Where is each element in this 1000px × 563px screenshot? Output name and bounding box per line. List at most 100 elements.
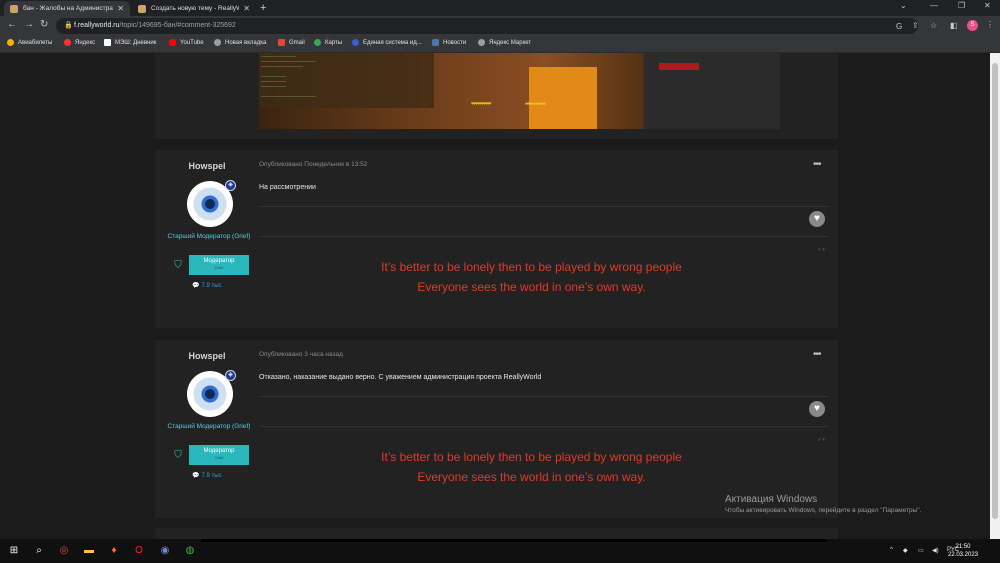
tab-strip: бан - Жалобы на Администрац ✕ Создать но… xyxy=(0,0,1000,16)
shield-icon: ⛉ xyxy=(174,260,182,271)
bookmark-youtube[interactable]: YouTube xyxy=(169,39,204,46)
tab-title: Создать новую тему - ReallyWo xyxy=(151,5,240,12)
signature-line: Everyone sees the world in one’s own way… xyxy=(417,280,646,294)
globe-icon xyxy=(478,39,485,46)
gmail-icon xyxy=(278,39,285,46)
forum-post: Howspel ◈ Старший Модератор (Grief) ⛉ Мо… xyxy=(155,150,838,328)
bookmark-mesh[interactable]: МЭШ: Дневник xyxy=(104,39,156,46)
browser-toolbar: ← → ↻ 🔒 f.reallyworld.ru/topic/149695-ба… xyxy=(0,16,1000,36)
group-sub: Grief xyxy=(214,455,224,460)
author-panel: Howspel ◈ Старший Модератор (Grief) ⛉ Мо… xyxy=(155,150,259,328)
vk-icon xyxy=(432,39,439,46)
mesh-icon xyxy=(104,39,111,46)
network-icon[interactable]: ▭ xyxy=(918,547,924,554)
address-bar[interactable]: 🔒 f.reallyworld.ru/topic/149695-бан/#com… xyxy=(56,18,918,34)
author-name[interactable]: Howspel xyxy=(155,161,259,171)
post-options-icon[interactable]: ••• xyxy=(813,159,821,170)
reputation: 💬 7.9 тыс xyxy=(192,283,222,289)
windows-start-icon[interactable]: ⊞ xyxy=(8,545,20,557)
rank-badge-icon: ◈ xyxy=(225,180,236,191)
like-heart-icon[interactable]: ♥ xyxy=(809,401,825,417)
file-explorer-icon[interactable]: ▬ xyxy=(83,545,95,557)
activation-subtitle: Чтобы активировать Windows, перейдите в … xyxy=(725,507,922,514)
tray-expand-icon[interactable]: ^ xyxy=(890,547,893,553)
bookmark-maps[interactable]: Карты xyxy=(314,39,342,46)
close-icon[interactable]: ✕ xyxy=(243,4,250,13)
profile-avatar[interactable]: S xyxy=(967,20,978,31)
windows-activation-watermark: Активация Windows Чтобы активировать Win… xyxy=(725,494,921,514)
page-scrollbar[interactable] xyxy=(990,53,1000,539)
bookmark-gmail[interactable]: Gmail xyxy=(278,39,305,46)
attached-screenshot[interactable]: ────────────── ────────────────────── ────… xyxy=(259,53,780,129)
collapse-icon[interactable]: ≡ ▾ xyxy=(818,247,825,253)
reload-icon[interactable]: ↻ xyxy=(40,19,48,30)
group-label: Модератор xyxy=(203,448,235,454)
post-content: Отказано, наказание выдано верно. С уваж… xyxy=(259,374,542,381)
site-favicon-icon xyxy=(10,4,18,13)
system-clock[interactable]: 21:50 22.03.2023 xyxy=(938,543,988,559)
author-name[interactable]: Howspel xyxy=(155,351,259,361)
back-icon[interactable]: ← xyxy=(7,19,17,30)
microphone-app-icon[interactable]: ♦ xyxy=(108,545,120,557)
opera-gx-icon[interactable]: ◎ xyxy=(58,545,70,557)
forward-icon[interactable]: → xyxy=(24,19,34,30)
shield-icon: ⛉ xyxy=(174,450,182,461)
esia-icon xyxy=(352,39,359,46)
group-sub: Grief xyxy=(214,265,224,270)
globe-icon xyxy=(214,39,221,46)
signature-line: Everyone sees the world in one’s own way… xyxy=(417,470,646,484)
close-icon[interactable]: ✕ xyxy=(117,4,124,13)
chrome-icon[interactable]: ◍ xyxy=(184,545,196,557)
close-window-icon[interactable]: ✕ xyxy=(984,1,991,10)
plane-icon xyxy=(7,39,14,46)
url-text: f.reallyworld.ru/topic/149695-бан/#comme… xyxy=(74,22,236,29)
share-icon[interactable]: ⇪ xyxy=(912,21,919,30)
opera-icon[interactable]: O xyxy=(133,545,145,557)
forum-post: Howspel ◈ Старший Модератор (Grief) ⛉ Мо… xyxy=(155,340,838,518)
post-meta: Опубликовано 3 часа назад xyxy=(259,351,343,358)
post-options-icon[interactable]: ••• xyxy=(813,349,821,360)
sidepanel-icon[interactable]: ◧ xyxy=(950,21,958,30)
scrollbar-thumb[interactable] xyxy=(992,63,998,519)
bookmark-esia[interactable]: Единая система ид... xyxy=(352,39,422,46)
group-label: Модератор xyxy=(203,258,235,264)
group-badge: ⛉ Модератор Grief xyxy=(171,445,249,465)
tab-complaint[interactable]: бан - Жалобы на Администрац ✕ xyxy=(4,1,130,16)
discord-icon[interactable]: ◉ xyxy=(159,545,171,557)
author-role: Старший Модератор (Grief) xyxy=(167,233,251,240)
yandex-icon xyxy=(64,39,71,46)
author-panel: Howspel ◈ Старший Модератор (Grief) ⛉ Мо… xyxy=(155,340,259,518)
bookmark-star-icon[interactable]: ☆ xyxy=(930,21,937,30)
tab-new-topic[interactable]: Создать новую тему - ReallyWo ✕ xyxy=(132,1,256,16)
bookmark-new-tab[interactable]: Новая вкладка xyxy=(214,39,266,46)
forum-page: ────────────── ────────────────────── ────… xyxy=(0,53,990,539)
next-post xyxy=(155,528,838,539)
lock-icon: 🔒 xyxy=(64,22,73,29)
menu-icon[interactable]: ⋮ xyxy=(986,20,994,29)
minimize-icon[interactable]: — xyxy=(930,1,938,10)
like-heart-icon[interactable]: ♥ xyxy=(809,211,825,227)
bookmark-market[interactable]: Яндекс Маркет xyxy=(478,39,531,46)
google-icon[interactable]: G xyxy=(896,22,902,31)
windows-taskbar: ⊞ ⌕ ◎ ▬ ♦ O ◉ ◍ ^ ◆ ▭ ◀) РУС 21:50 22.03… xyxy=(0,539,1000,563)
reputation: 💬 7.9 тыс xyxy=(192,473,222,479)
hunger-icon: ●●●●●●●●●● xyxy=(525,101,546,107)
tab-search-icon[interactable]: ⌄ xyxy=(900,1,907,10)
signature-line: It’s better to be lonely then to be play… xyxy=(381,260,682,274)
post-content: На рассмотрении xyxy=(259,184,316,191)
search-icon[interactable]: ⌕ xyxy=(33,545,45,557)
tray-app-icon[interactable]: ◆ xyxy=(903,547,908,554)
bookmark-aviabilety[interactable]: Авиабилеты xyxy=(7,39,52,46)
author-role: Старший Модератор (Grief) xyxy=(167,423,251,430)
maximize-icon[interactable]: ❐ xyxy=(958,1,965,10)
new-tab-button[interactable]: + xyxy=(260,2,266,14)
bookmark-yandex[interactable]: Яндекс xyxy=(64,39,95,46)
bookmarks-bar: Авиабилеты Яндекс МЭШ: Дневник YouTube Н… xyxy=(0,36,1000,53)
rank-badge-icon: ◈ xyxy=(225,370,236,381)
bookmark-news[interactable]: Новости xyxy=(432,39,466,46)
signature-line: It’s better to be lonely then to be play… xyxy=(381,450,682,464)
screenshot-chat-overlay: ────────────── ────────────────────── ────… xyxy=(261,55,316,99)
collapse-icon[interactable]: ≡ ▾ xyxy=(818,437,825,443)
site-favicon-icon xyxy=(138,4,146,13)
tab-title: бан - Жалобы на Администрац xyxy=(23,5,114,12)
